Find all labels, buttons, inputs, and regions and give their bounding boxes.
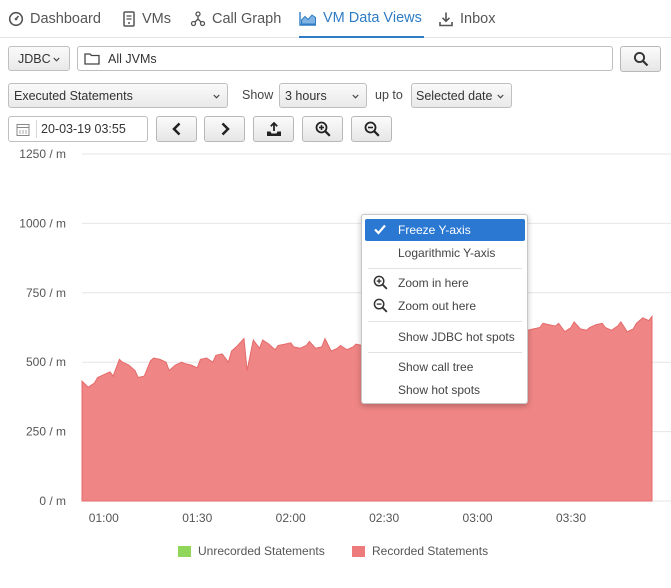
tab-call-graph-label: Call Graph xyxy=(212,11,282,27)
tab-inbox-label: Inbox xyxy=(460,11,496,27)
view-select-value: Executed Statements xyxy=(14,88,133,103)
zoom-out-icon xyxy=(364,121,380,137)
menu-item-show-hot-spots[interactable]: Show hot spots xyxy=(365,379,525,401)
x-tick-label: 02:30 xyxy=(369,511,399,525)
date-field-divider xyxy=(36,120,37,138)
up-to-label: up to xyxy=(375,88,403,102)
date-field[interactable]: 20-03-19 03:55 xyxy=(8,116,148,142)
menu-separator xyxy=(368,268,522,269)
menu-item-label: Show JDBC hot spots xyxy=(398,330,515,344)
tab-vm-data-views[interactable]: VM Data Views xyxy=(299,0,424,38)
legend-item-unrecorded[interactable]: Unrecorded Statements xyxy=(178,544,325,558)
calendar-icon xyxy=(16,124,30,136)
legend-swatch-recorded xyxy=(352,545,365,557)
tab-inbox[interactable]: Inbox xyxy=(438,0,495,38)
tab-vms-label: VMs xyxy=(142,11,171,27)
chevron-left-icon xyxy=(171,122,180,136)
top-nav: Dashboard VMs Call Graph VM Data Views I… xyxy=(0,0,671,38)
probe-select[interactable]: JDBC xyxy=(8,46,70,71)
chevron-down-icon xyxy=(352,94,359,99)
search-icon xyxy=(633,51,648,67)
x-tick-label: 03:30 xyxy=(556,511,586,525)
menu-item-zoom-out-here[interactable]: Zoom out here xyxy=(365,295,525,317)
view-select[interactable]: Executed Statements xyxy=(8,83,228,108)
show-range-value: 3 hours xyxy=(285,88,327,103)
legend-label-recorded: Recorded Statements xyxy=(372,544,489,558)
tab-dashboard[interactable]: Dashboard xyxy=(8,0,101,38)
tab-call-graph[interactable]: Call Graph xyxy=(190,0,281,38)
probe-select-value: JDBC xyxy=(18,51,51,66)
menu-item-label: Logarithmic Y-axis xyxy=(398,246,496,260)
date-field-value: 20-03-19 03:55 xyxy=(41,122,126,136)
x-tick-label: 02:00 xyxy=(276,511,306,525)
path-field-value: All JVMs xyxy=(108,51,157,66)
menu-item-label: Zoom out here xyxy=(398,299,477,313)
tab-vm-data-views-label: VM Data Views xyxy=(323,10,422,26)
folder-icon xyxy=(84,53,100,65)
y-tick-label: 250 / m xyxy=(26,425,66,439)
menu-item-freeze-y-axis[interactable]: Freeze Y-axis xyxy=(365,219,525,241)
tab-vms[interactable]: VMs xyxy=(122,0,171,38)
y-tick-label: 500 / m xyxy=(26,355,66,369)
y-tick-label: 1000 / m xyxy=(19,216,66,230)
search-button[interactable] xyxy=(620,46,661,72)
next-button[interactable] xyxy=(204,116,245,142)
legend-item-recorded[interactable]: Recorded Statements xyxy=(352,544,488,558)
server-icon xyxy=(123,11,135,27)
speedometer-icon xyxy=(8,11,24,27)
zoom-out-icon xyxy=(373,298,388,313)
y-tick-label: 0 / m xyxy=(39,494,66,508)
menu-item-label: Show call tree xyxy=(398,360,474,374)
menu-separator xyxy=(368,352,522,353)
download-icon xyxy=(439,12,453,27)
x-tick-label: 03:00 xyxy=(463,511,493,525)
menu-item-logarithmic-y-axis[interactable]: Logarithmic Y-axis xyxy=(365,242,525,264)
area-chart-icon xyxy=(299,12,316,26)
zoom-in-icon xyxy=(373,275,388,290)
zoom-out-button[interactable] xyxy=(351,116,392,142)
x-tick-label: 01:00 xyxy=(89,511,119,525)
menu-item-label: Zoom in here xyxy=(398,276,469,290)
y-tick-label: 750 / m xyxy=(26,286,66,300)
date-mode-select[interactable]: Selected date xyxy=(411,83,512,108)
chevron-right-icon xyxy=(221,122,230,136)
x-tick-label: 01:30 xyxy=(182,511,212,525)
chevron-down-icon xyxy=(497,94,504,99)
zoom-in-icon xyxy=(315,121,331,137)
tab-dashboard-label: Dashboard xyxy=(30,11,101,27)
y-tick-label: 1250 / m xyxy=(19,147,66,161)
upload-button[interactable] xyxy=(253,116,294,142)
menu-separator xyxy=(368,321,522,322)
zoom-in-button[interactable] xyxy=(302,116,343,142)
previous-button[interactable] xyxy=(156,116,197,142)
checkmark-icon xyxy=(374,224,386,235)
chevron-down-icon xyxy=(53,57,60,62)
menu-item-label: Freeze Y-axis xyxy=(398,223,471,237)
path-field[interactable]: All JVMs xyxy=(77,46,613,71)
menu-item-zoom-in-here[interactable]: Zoom in here xyxy=(365,272,525,294)
menu-item-show-jdbc-hot-spots[interactable]: Show JDBC hot spots xyxy=(365,326,525,348)
legend-label-unrecorded: Unrecorded Statements xyxy=(198,544,325,558)
menu-item-show-call-tree[interactable]: Show call tree xyxy=(365,356,525,378)
chevron-down-icon xyxy=(213,94,220,99)
call-graph-icon xyxy=(190,11,206,27)
upload-tray-icon xyxy=(266,121,281,136)
show-range-select[interactable]: 3 hours xyxy=(279,83,367,108)
show-label: Show xyxy=(242,88,274,102)
chart-context-menu: Freeze Y-axis Logarithmic Y-axis Zoom in… xyxy=(361,214,528,404)
statements-chart[interactable]: 0 / m 250 / m 500 / m 750 / m 1000 / m 1250 /… xyxy=(0,140,671,540)
menu-item-label: Show hot spots xyxy=(398,383,481,397)
legend-swatch-unrecorded xyxy=(178,545,191,557)
date-mode-value: Selected date xyxy=(416,88,493,103)
